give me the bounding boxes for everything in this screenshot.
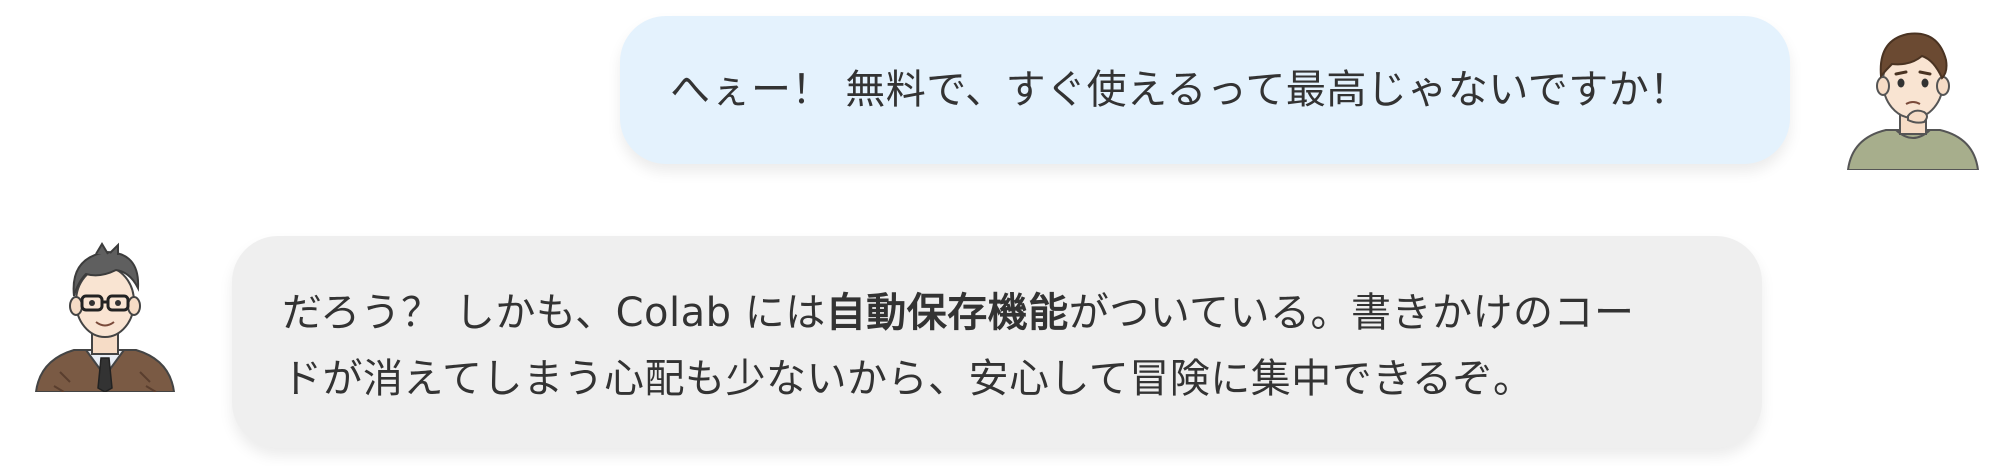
glasses-man-avatar-icon [30, 242, 180, 392]
speech-bubble-mentor: だろう？ しかも、Colab には自動保存機能がついている。書きかけのコー ドが… [232, 236, 1762, 448]
message-text-after: がついている。書きかけのコー [1068, 290, 1635, 336]
message-text-before: だろう？ しかも、Colab には [282, 290, 826, 336]
message-text: へぇー！ 無料で、すぐ使えるって最高じゃないですか！ [670, 67, 1690, 113]
speech-bubble-user: へぇー！ 無料で、すぐ使えるって最高じゃないですか！ [620, 16, 1790, 164]
message-line-2: ドが消えてしまう心配も少ないから、安心して冒険に集中できるぞ。 [282, 346, 1702, 412]
message-line-1: だろう？ しかも、Colab には自動保存機能がついている。書きかけのコー [282, 280, 1702, 346]
message-text-line2: ドが消えてしまう心配も少ないから、安心して冒険に集中できるぞ。 [282, 356, 1534, 402]
young-man-avatar-icon [1838, 20, 1988, 170]
message-text-bold: 自動保存機能 [825, 290, 1069, 336]
chat-conversation: へぇー！ 無料で、すぐ使えるって最高じゃないですか！ だろう？ しかも、Cola… [0, 0, 2010, 466]
